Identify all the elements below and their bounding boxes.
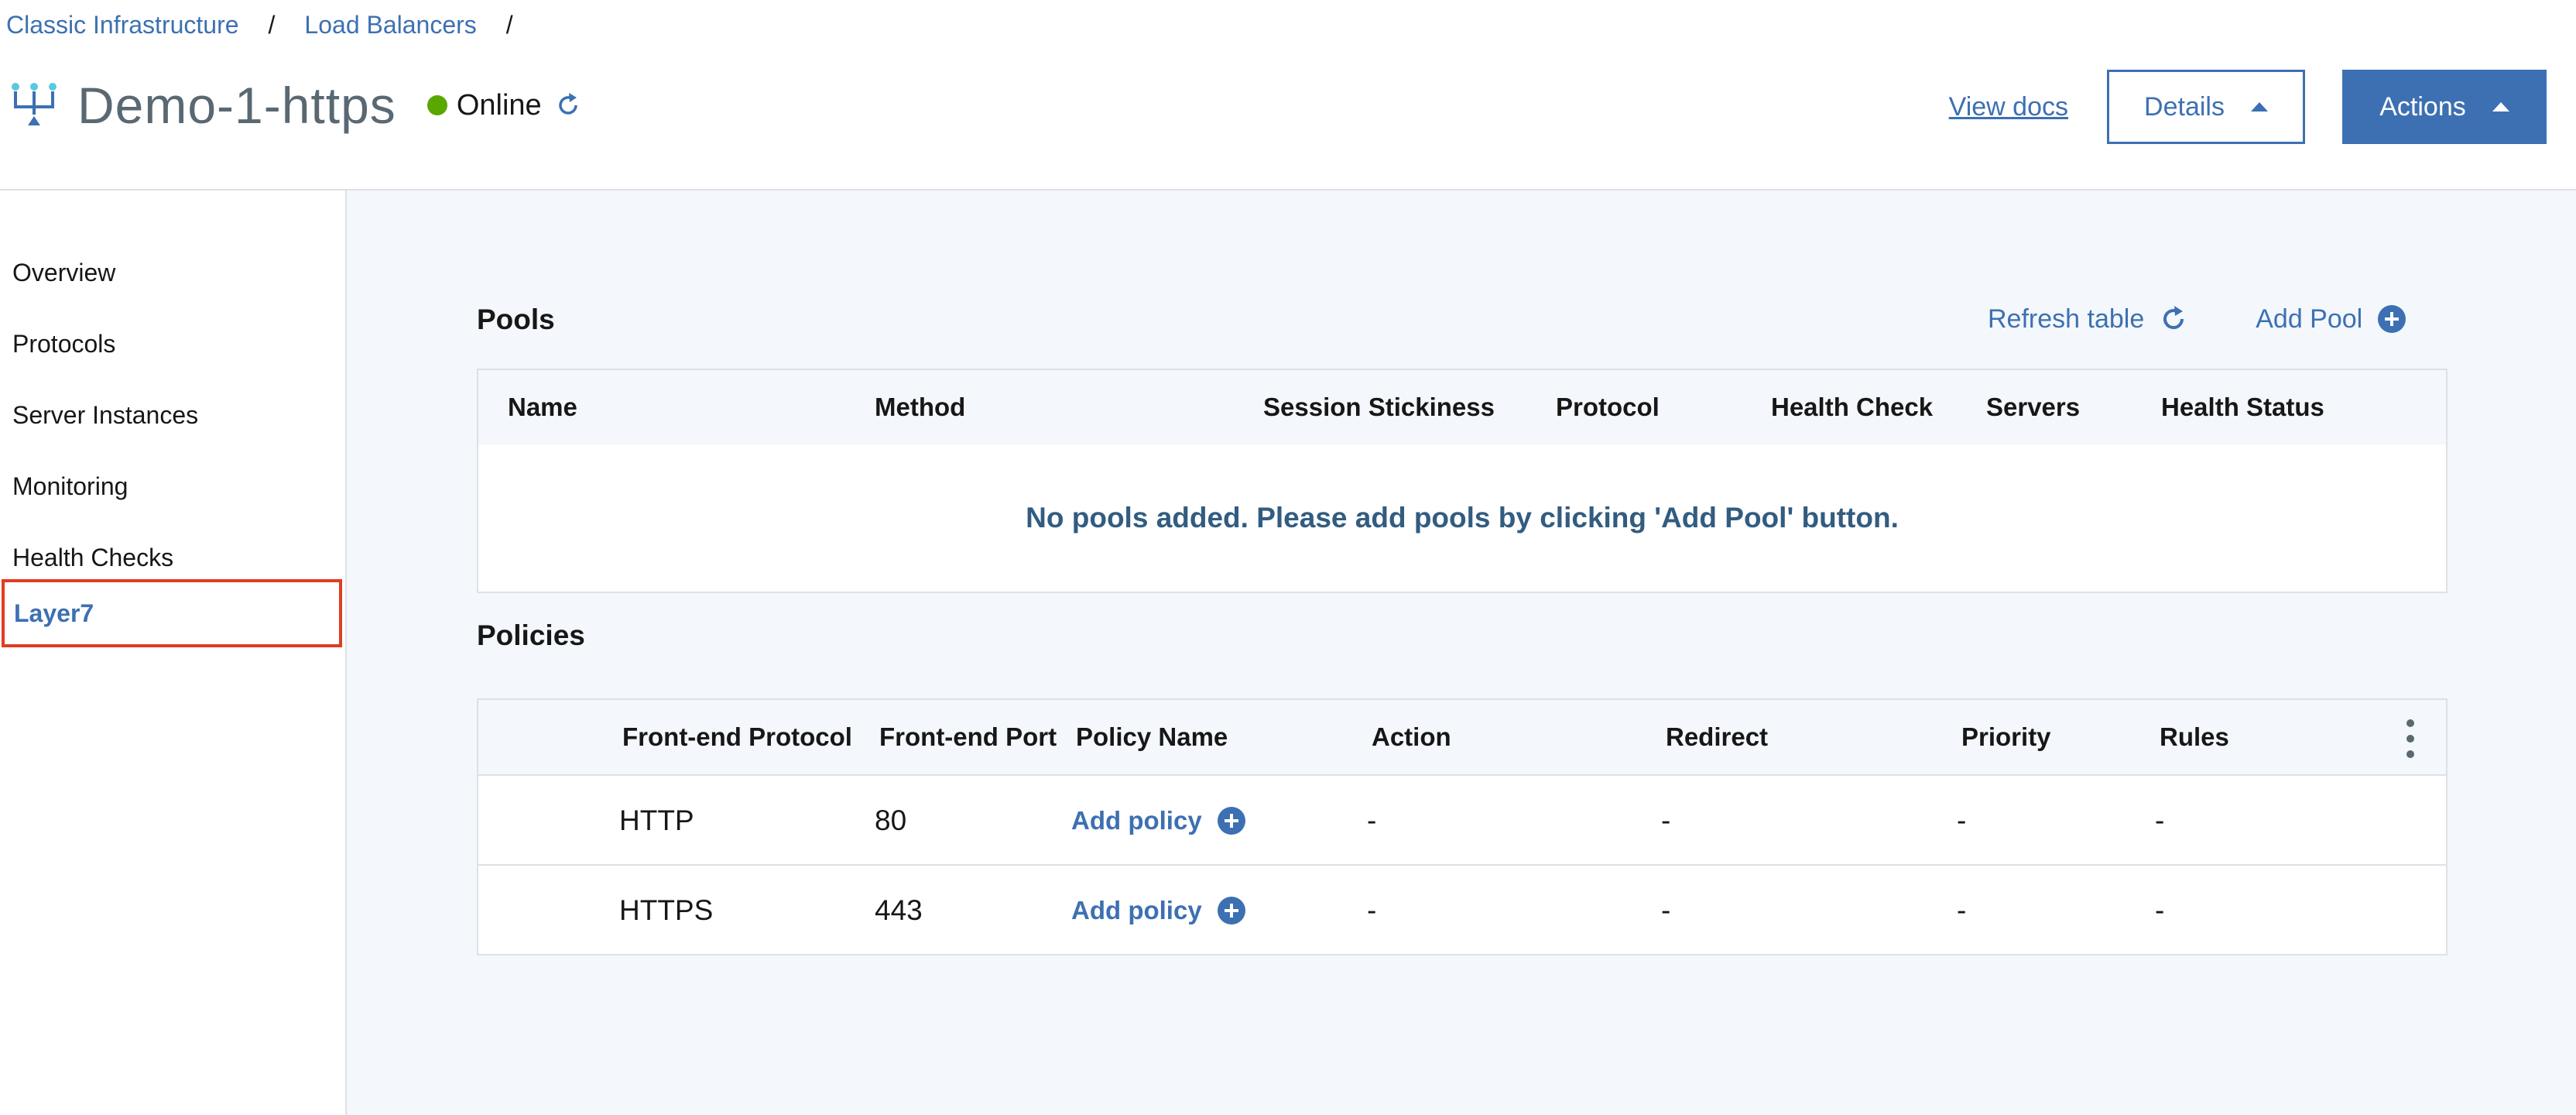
status-text: Online bbox=[456, 88, 542, 122]
sidebar-item-label: Monitoring bbox=[12, 472, 128, 500]
sidebar-nav: Overview Protocols Server Instances Moni… bbox=[0, 190, 347, 1115]
sidebar-item-label: Protocols bbox=[12, 329, 116, 358]
page-title: Demo-1-https bbox=[77, 77, 396, 134]
cell-frontend-port: 80 bbox=[875, 805, 907, 836]
add-policy-label: Add policy bbox=[1071, 896, 1202, 925]
column-header-servers: Servers bbox=[1986, 393, 2081, 421]
policies-table: Front-end Protocol Front-end Port Policy… bbox=[477, 698, 2448, 955]
column-header-priority: Priority bbox=[1961, 722, 2051, 751]
caret-up-icon bbox=[2250, 102, 2268, 112]
refresh-icon bbox=[2163, 306, 2184, 329]
status-indicator: Online bbox=[426, 88, 582, 122]
header-actions: View docs Details Actions bbox=[1949, 70, 2547, 144]
sidebar-item-overview[interactable]: Overview bbox=[0, 238, 344, 307]
sidebar-item-layer7[interactable]: Layer7 bbox=[2, 579, 342, 647]
column-header-health-status: Health Status bbox=[2161, 393, 2324, 421]
actions-button-label: Actions bbox=[2379, 91, 2466, 122]
sidebar-item-monitoring[interactable]: Monitoring bbox=[0, 452, 344, 520]
column-header-frontend-port: Front-end Port bbox=[879, 722, 1057, 751]
column-header-health-check: Health Check bbox=[1771, 393, 1934, 421]
load-balancer-icon bbox=[12, 83, 57, 125]
cell-frontend-protocol: HTTPS bbox=[619, 894, 714, 926]
cell-priority: - bbox=[1957, 894, 1967, 926]
pools-actions: Refresh table Add Pool bbox=[1988, 297, 2407, 341]
sidebar-item-label: Health Checks bbox=[12, 543, 174, 571]
refresh-table-button[interactable]: Refresh table bbox=[1988, 304, 2189, 334]
view-docs-link[interactable]: View docs bbox=[1949, 92, 2068, 122]
cell-rules: - bbox=[2155, 894, 2165, 926]
table-row: HTTPS 443 Add policy - - - - bbox=[478, 864, 2446, 954]
column-header-session-stickiness: Session Stickiness bbox=[1263, 393, 1495, 421]
breadcrumb: Classic Infrastructure / Load Balancers … bbox=[6, 9, 543, 40]
breadcrumb-classic-infrastructure[interactable]: Classic Infrastructure bbox=[6, 11, 239, 39]
column-header-rules: Rules bbox=[2160, 722, 2229, 751]
pools-table: Name Method Session Stickiness Protocol … bbox=[477, 369, 2448, 593]
sidebar-item-server-instances[interactable]: Server Instances bbox=[0, 381, 344, 449]
status-dot-icon bbox=[426, 95, 447, 115]
actions-button[interactable]: Actions bbox=[2342, 70, 2547, 144]
add-pool-label: Add Pool bbox=[2256, 304, 2363, 334]
page-header: Classic Infrastructure / Load Balancers … bbox=[0, 0, 2576, 190]
add-policy-button[interactable]: Add policy bbox=[1071, 866, 1247, 955]
breadcrumb-separator: / bbox=[505, 10, 513, 39]
add-circle-icon bbox=[1217, 807, 1245, 835]
cell-redirect: - bbox=[1661, 805, 1671, 836]
pools-table-header: Name Method Session Stickiness Protocol … bbox=[478, 370, 2446, 444]
table-row: HTTP 80 Add policy - - - - bbox=[478, 774, 2446, 864]
cell-frontend-protocol: HTTP bbox=[619, 805, 694, 836]
pools-title: Pools bbox=[477, 304, 555, 335]
sidebar-item-label: Server Instances bbox=[12, 400, 199, 429]
cell-frontend-port: 443 bbox=[875, 894, 923, 926]
refresh-table-label: Refresh table bbox=[1988, 304, 2145, 334]
cell-rules: - bbox=[2155, 805, 2165, 836]
cell-action: - bbox=[1367, 805, 1377, 836]
column-header-frontend-protocol: Front-end Protocol bbox=[622, 722, 852, 751]
policies-title: Policies bbox=[477, 619, 585, 651]
column-header-action: Action bbox=[1372, 722, 1451, 751]
overflow-menu-icon[interactable] bbox=[2406, 717, 2415, 760]
sidebar-item-label: Overview bbox=[12, 258, 116, 286]
refresh-icon[interactable] bbox=[554, 91, 582, 119]
column-header-protocol: Protocol bbox=[1556, 393, 1660, 421]
title-row: Demo-1-https Online bbox=[11, 70, 582, 141]
main-content: Pools Refresh table Add Pool Name Method… bbox=[347, 190, 2576, 1115]
breadcrumb-separator: / bbox=[268, 10, 276, 39]
column-header-policy-name: Policy Name bbox=[1076, 722, 1228, 751]
sidebar-item-protocols[interactable]: Protocols bbox=[0, 310, 344, 378]
column-header-name: Name bbox=[508, 393, 577, 421]
add-policy-button[interactable]: Add policy bbox=[1071, 776, 1247, 866]
cell-redirect: - bbox=[1661, 894, 1671, 926]
details-button-label: Details bbox=[2144, 91, 2225, 122]
cell-priority: - bbox=[1957, 805, 1967, 836]
add-circle-icon bbox=[2378, 305, 2406, 333]
column-header-redirect: Redirect bbox=[1666, 722, 1769, 751]
add-pool-button[interactable]: Add Pool bbox=[2256, 304, 2407, 334]
pools-empty-message: No pools added. Please add pools by clic… bbox=[1026, 502, 1899, 533]
policies-table-header: Front-end Protocol Front-end Port Policy… bbox=[478, 700, 2446, 774]
add-policy-label: Add policy bbox=[1071, 806, 1202, 835]
add-circle-icon bbox=[1217, 897, 1245, 925]
column-header-method: Method bbox=[875, 393, 966, 421]
sidebar-item-label: Layer7 bbox=[14, 599, 94, 627]
details-button[interactable]: Details bbox=[2107, 70, 2305, 144]
breadcrumb-load-balancers[interactable]: Load Balancers bbox=[304, 11, 476, 39]
cell-action: - bbox=[1367, 894, 1377, 926]
caret-up-icon bbox=[2492, 102, 2509, 112]
